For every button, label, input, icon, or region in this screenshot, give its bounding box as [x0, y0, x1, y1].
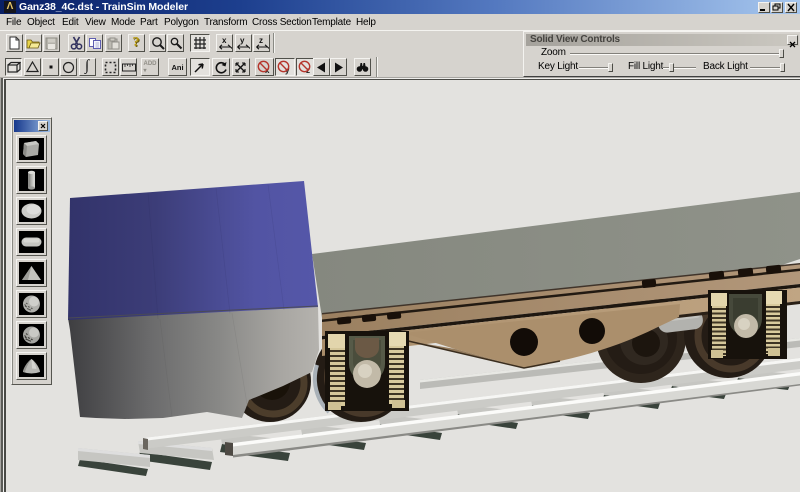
svg-text:x: x	[222, 36, 227, 45]
svg-text:z: z	[259, 36, 263, 45]
svg-text:y: y	[240, 36, 245, 45]
